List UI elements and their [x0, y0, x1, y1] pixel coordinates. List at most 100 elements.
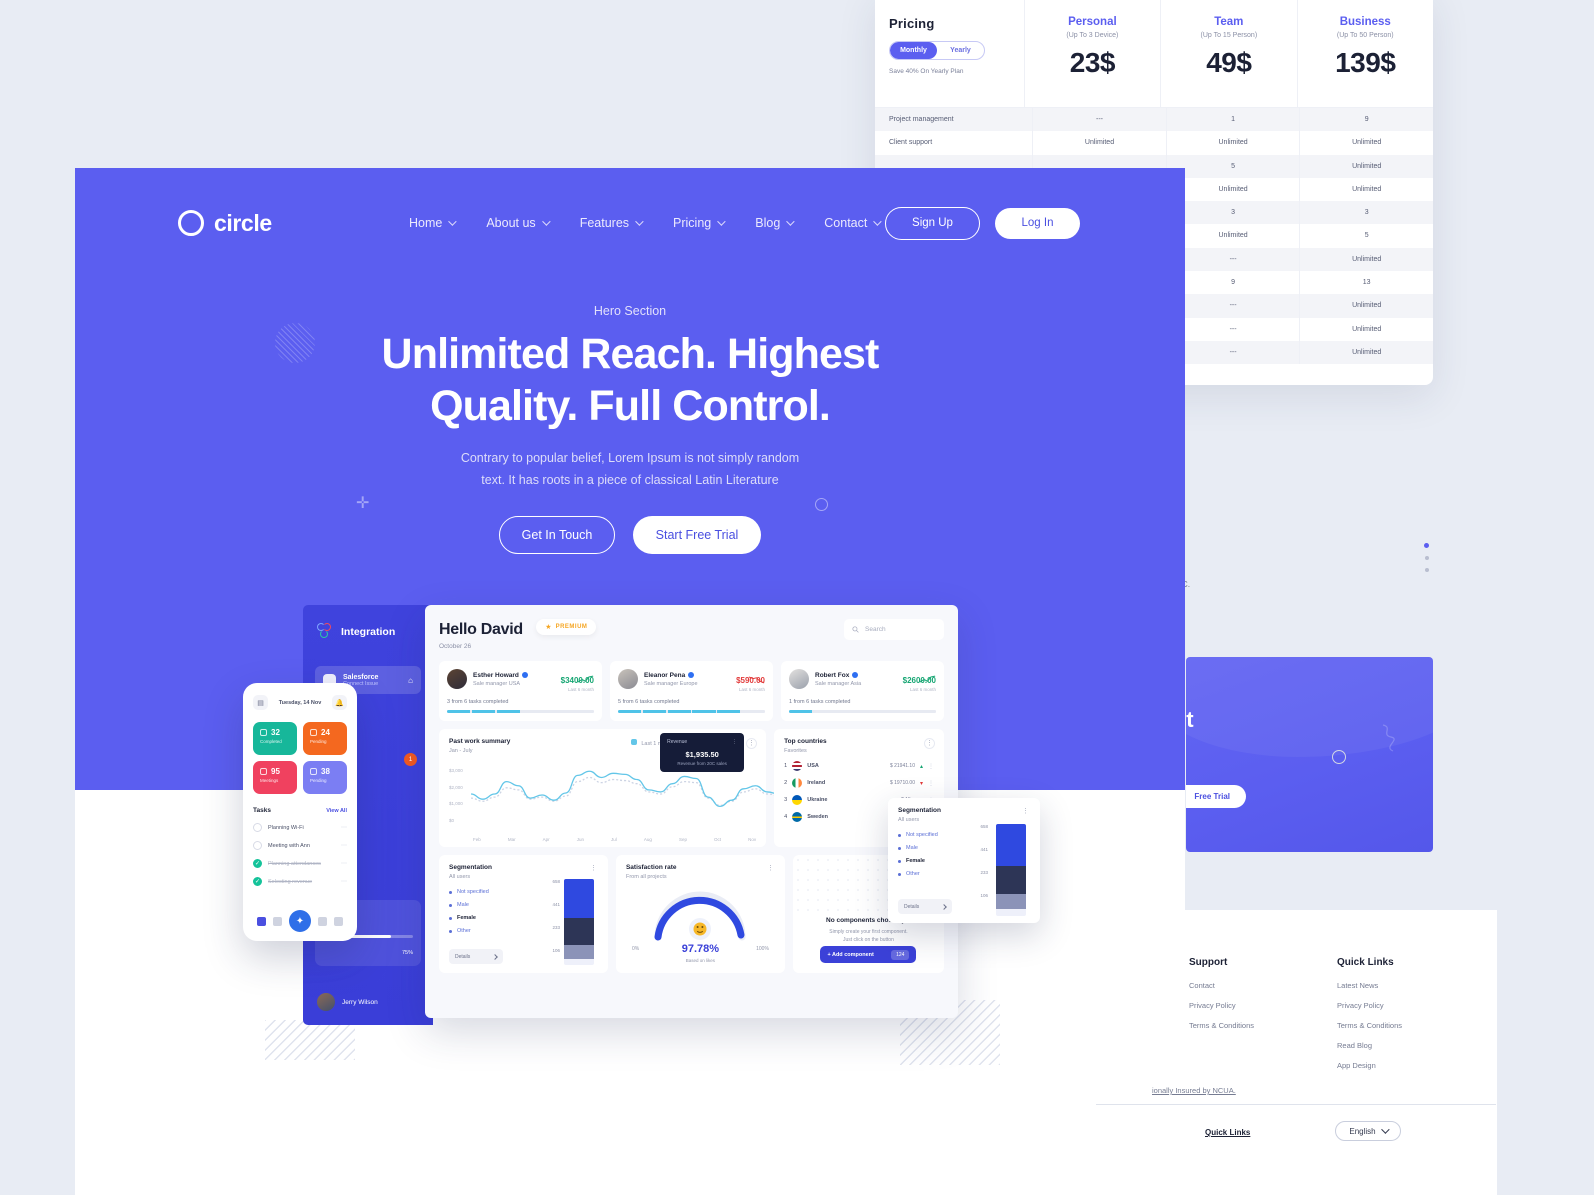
sidebar-user-name: Jerry Wilson: [342, 998, 378, 1006]
task-menu-icon[interactable]: ⋯: [341, 842, 347, 849]
popup-ticks: 658 441 233 106: [980, 824, 988, 916]
task-menu-icon[interactable]: ⋯: [341, 824, 347, 831]
hero-title-line2: Quality. Full Control.: [430, 382, 831, 431]
person-card[interactable]: Eleanor Pena Sale manager Europe $590.00…: [610, 661, 773, 721]
dashboard-main: Hello David ★ PREMIUM October 26 Search: [425, 605, 958, 1018]
footer-link[interactable]: Contact: [1189, 981, 1319, 990]
popup-title: Segmentation: [898, 807, 941, 814]
segmentation-details-button[interactable]: Details: [449, 949, 503, 964]
nav-add-button[interactable]: ✦: [288, 910, 311, 932]
tile-value: 38: [310, 767, 340, 776]
checkbox[interactable]: [253, 841, 262, 850]
row-menu-icon[interactable]: ⋮: [928, 763, 934, 770]
login-button[interactable]: Log In: [995, 207, 1080, 239]
checkbox[interactable]: ✓: [253, 877, 262, 886]
carousel-dot[interactable]: [1424, 568, 1429, 572]
nav-link-pricing[interactable]: Pricing: [673, 216, 726, 230]
x-tick-label: Feb: [473, 837, 481, 842]
footer-link[interactable]: Latest News: [1337, 981, 1477, 990]
row-menu-icon[interactable]: ⋮: [928, 780, 934, 787]
flag-icon: [792, 778, 803, 788]
phone-stat-tile[interactable]: 38 Pending: [303, 761, 347, 794]
language-label: English: [1349, 1126, 1376, 1136]
search-input[interactable]: Search: [844, 619, 944, 640]
details-label: Details: [904, 903, 920, 910]
segmentation-menu-button[interactable]: ⋮: [588, 864, 599, 875]
carousel-dot-active[interactable]: [1424, 543, 1429, 548]
toggle-yearly[interactable]: Yearly: [937, 42, 984, 59]
phone-task-item[interactable]: ✓ Planning attendances ⋯: [253, 859, 347, 868]
nav-home-icon[interactable]: [256, 916, 266, 926]
phone-task-item[interactable]: Planning Wi-Fi ⋯: [253, 823, 347, 832]
footer-link[interactable]: Terms & Conditions: [1189, 1021, 1319, 1030]
country-row[interactable]: 1 USA $ 21941.10 ▴ ⋮: [784, 761, 934, 771]
navbar: circle Home About us Features Pricing Blog Co…: [75, 198, 1185, 248]
feature-value: ---: [1167, 247, 1301, 272]
phone-stat-tile[interactable]: 24 Pending: [303, 722, 347, 755]
footer-legal-text[interactable]: ionally Insured by NCUA.: [1152, 1086, 1236, 1095]
footer-link[interactable]: Read Blog: [1337, 1041, 1477, 1050]
calendar-icon[interactable]: ▤: [253, 695, 268, 710]
phone-task-item[interactable]: ✓ Selecting revenue ⋯: [253, 877, 347, 886]
tile-icon: [260, 729, 267, 736]
nav-link-features[interactable]: Features: [580, 216, 644, 230]
checkbox[interactable]: ✓: [253, 859, 262, 868]
feature-value: 5: [1167, 154, 1301, 178]
popup-menu-button[interactable]: ⋮: [1020, 807, 1031, 818]
country-value: $ 21941.10: [889, 763, 915, 769]
x-tick-label: Mar: [507, 837, 516, 842]
nav-settings-icon[interactable]: [334, 916, 344, 926]
bell-icon[interactable]: 🔔: [332, 695, 347, 710]
nav-link-home[interactable]: Home: [409, 216, 458, 230]
chevron-down-icon: [717, 217, 726, 226]
footer-link[interactable]: Privacy Policy: [1337, 1001, 1477, 1010]
popup-details-button[interactable]: Details: [898, 899, 952, 914]
sidebar-user[interactable]: Jerry Wilson: [317, 993, 378, 1011]
chevron-down-icon: [786, 217, 795, 226]
phone-view-all-link[interactable]: View All: [326, 808, 347, 814]
nav-link-about-us[interactable]: About us: [486, 216, 551, 230]
language-selector[interactable]: English: [1335, 1121, 1401, 1141]
nav-link-contact[interactable]: Contact: [824, 216, 883, 230]
avatar: [317, 993, 335, 1011]
countries-menu-button[interactable]: ⋮: [924, 738, 935, 749]
toggle-monthly[interactable]: Monthly: [890, 42, 937, 59]
footer-quick-links-label[interactable]: Quick Links: [1205, 1128, 1250, 1137]
signup-button[interactable]: Sign Up: [885, 206, 980, 240]
phone-task-item[interactable]: Meeting with Ann ⋯: [253, 841, 347, 850]
logo[interactable]: circle: [178, 210, 272, 237]
verified-icon: [521, 672, 528, 678]
task-menu-icon[interactable]: ⋯: [341, 860, 347, 867]
checkbox[interactable]: [253, 823, 262, 832]
footer-link[interactable]: Terms & Conditions: [1337, 1021, 1477, 1030]
add-component-button[interactable]: + Add component 124: [820, 946, 917, 963]
phone-stat-tile[interactable]: 95 Meetings: [253, 761, 297, 794]
flag-icon: [792, 761, 803, 771]
get-in-touch-button[interactable]: Get In Touch: [499, 516, 615, 554]
feature-value: Unlimited: [1167, 177, 1301, 202]
footer-col-support: Support Contact Privacy Policy Terms & C…: [1189, 957, 1319, 1041]
task-menu-icon[interactable]: ⋯: [341, 878, 347, 885]
nav-link-blog[interactable]: Blog: [755, 216, 795, 230]
pricing-billing-toggle[interactable]: Monthly Yearly: [889, 41, 985, 60]
phone-stat-tile[interactable]: 32 Completed: [253, 722, 297, 755]
nav-calendar-icon[interactable]: [272, 916, 282, 926]
add-component-shortcut: 124: [891, 949, 910, 960]
carousel-dots[interactable]: [1424, 543, 1429, 572]
nav-messages-icon[interactable]: [318, 916, 328, 926]
verified-icon: [852, 672, 859, 678]
person-card[interactable]: Esther Howard Sale manager USA $3400.00 …: [439, 661, 602, 721]
footer-link[interactable]: App Design: [1337, 1061, 1477, 1070]
country-row[interactable]: 2 Ireland $ 19710.00 ▾ ⋮: [784, 778, 934, 788]
footer-link[interactable]: Privacy Policy: [1189, 1001, 1319, 1010]
carousel-dot[interactable]: [1424, 556, 1429, 560]
country-rank: 1: [784, 763, 788, 769]
satisfaction-menu-button[interactable]: ⋮: [765, 864, 776, 875]
start-free-trial-button[interactable]: Start Free Trial: [633, 516, 761, 554]
bell-icon[interactable]: ⌂: [408, 676, 413, 685]
chart-canvas: [471, 770, 791, 808]
person-card[interactable]: Robert Fox Sale manager Asia $2600.00 La…: [781, 661, 944, 721]
secondary-hero-cta[interactable]: Free Trial: [1186, 785, 1246, 808]
country-rank: 2: [784, 780, 788, 786]
plan-devices: (Up To 3 Device): [1066, 32, 1119, 39]
